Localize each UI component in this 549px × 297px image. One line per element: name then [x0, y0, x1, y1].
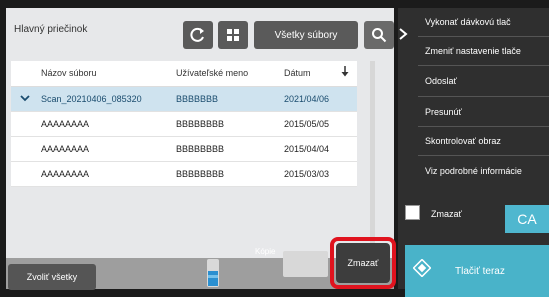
scrollbar[interactable] [370, 61, 375, 256]
print-now-label: Tlačiť teraz [455, 266, 505, 277]
table-row[interactable]: AAAAAAAA BBBBBBBB 2015/05/05 [11, 112, 357, 137]
user-name: BBBBBBBB [176, 144, 225, 154]
menu-divider [418, 65, 549, 66]
chevron-down-icon [20, 93, 30, 105]
menu-divider [418, 36, 549, 37]
file-table: Názov súboru Užívateľské meno Dátum Scan… [11, 61, 357, 187]
user-name: BBBBBBB [176, 94, 219, 104]
user-name: BBBBBBBB [176, 119, 225, 129]
grid-view-button[interactable] [218, 21, 248, 49]
file-date: 2021/04/06 [284, 94, 330, 104]
refresh-icon [190, 27, 204, 42]
ca-button[interactable]: CA [505, 205, 549, 233]
table-row[interactable]: AAAAAAAA BBBBBBBB 2015/04/04 [11, 137, 357, 162]
column-file-name[interactable]: Názov súboru [41, 68, 97, 78]
toner-icon [205, 257, 221, 289]
folder-title: Hlavný priečinok [14, 24, 88, 35]
column-user-name[interactable]: Užívateľské meno [176, 68, 248, 78]
chevron-right-icon[interactable] [397, 27, 413, 43]
copies-field[interactable] [283, 251, 328, 277]
menu-send[interactable]: Odoslať [425, 76, 457, 86]
table-row[interactable]: Scan_20210406_085320 BBBBBBB 2021/04/06 [11, 87, 357, 112]
column-date[interactable]: Dátum [284, 68, 311, 78]
select-all-button[interactable]: Zvoliť všetky [8, 264, 96, 290]
file-date: 2015/03/03 [284, 169, 330, 179]
delete-button[interactable]: Zmazať [336, 243, 390, 283]
all-files-dropdown[interactable]: Všetky súbory [254, 21, 358, 49]
table-header: Názov súboru Užívateľské meno Dátum [11, 61, 357, 87]
user-name: BBBBBBBB [176, 169, 225, 179]
copies-label: Kópie [255, 247, 276, 256]
menu-divider [418, 96, 549, 97]
delete-checkbox-label: Zmazať [431, 209, 462, 219]
file-name: Scan_20210406_085320 [41, 94, 142, 104]
start-icon [412, 258, 432, 278]
file-name: AAAAAAAA [41, 144, 90, 154]
search-button[interactable] [364, 21, 394, 49]
menu-move[interactable]: Presunúť [425, 107, 462, 117]
file-date: 2015/04/04 [284, 144, 330, 154]
file-date: 2015/05/05 [284, 119, 330, 129]
menu-divider [418, 155, 549, 156]
menu-divider [418, 126, 549, 127]
top-toolbar: Hlavný priečinok Všetky súbory [6, 8, 394, 49]
menu-batch-print[interactable]: Vykonať dávkovú tlač [425, 17, 511, 27]
file-name: AAAAAAAA [41, 169, 90, 179]
grid-icon [227, 29, 239, 41]
sort-arrow-icon[interactable] [341, 66, 349, 79]
menu-detail-info[interactable]: Viz podrobné informácie [425, 166, 522, 176]
delete-checkbox[interactable] [405, 205, 420, 220]
search-icon [372, 28, 387, 43]
menu-change-print-settings[interactable]: Zmeniť nastavenie tlače [425, 46, 521, 56]
menu-check-image[interactable]: Skontrolovať obraz [425, 136, 501, 146]
table-row[interactable]: AAAAAAAA BBBBBBBB 2015/03/03 [11, 162, 357, 187]
file-name: AAAAAAAA [41, 119, 90, 129]
refresh-button[interactable] [183, 21, 213, 49]
